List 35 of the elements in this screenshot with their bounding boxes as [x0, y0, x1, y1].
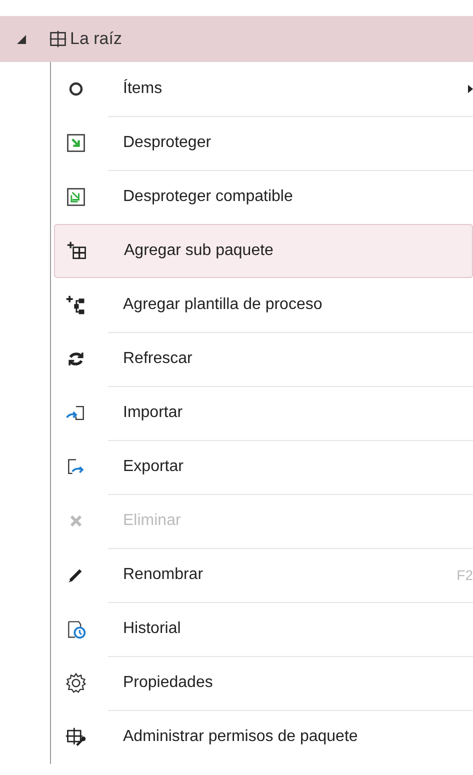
menu-item-label: Historial: [123, 620, 181, 638]
menu-item[interactable]: Ítems: [54, 62, 473, 116]
settings-icon: [65, 672, 87, 694]
menu-item-label: Agregar plantilla de proceso: [123, 296, 322, 314]
tree-node[interactable]: La raíz: [0, 16, 473, 62]
menu-item[interactable]: Agregar sub paquete: [54, 224, 473, 278]
menu-item[interactable]: Administrar permisos de paquete: [54, 710, 473, 764]
menu-item[interactable]: Renombrar F2: [54, 548, 473, 602]
add-process-icon: [65, 294, 87, 316]
menu-item-label: Desproteger: [123, 134, 212, 152]
menu-item-label: Ítems: [123, 80, 162, 98]
menu-item-label: Eliminar: [123, 512, 181, 530]
menu-item-label: Desproteger compatible: [123, 188, 293, 206]
menu-item[interactable]: Desproteger: [54, 116, 473, 170]
menu-item[interactable]: Refrescar: [54, 332, 473, 386]
grid-wrench-icon: [65, 726, 87, 748]
menu-item-label: Administrar permisos de paquete: [123, 728, 358, 746]
menu-item[interactable]: Historial: [54, 602, 473, 656]
menu-item[interactable]: Importar: [54, 386, 473, 440]
grid-icon: [49, 30, 67, 48]
menu-item-label: Propiedades: [123, 674, 213, 692]
history-icon: [65, 618, 87, 640]
add-grid-icon: [66, 240, 88, 262]
menu-item-label: Refrescar: [123, 350, 192, 368]
menu-item-label: Agregar sub paquete: [124, 242, 274, 260]
menu-item[interactable]: Desproteger compatible: [54, 170, 473, 224]
menu-item[interactable]: Agregar plantilla de proceso: [54, 278, 473, 332]
shortcut-label: F2: [456, 567, 473, 583]
menu-item-label: Exportar: [123, 458, 184, 476]
tree-node-label: La raíz: [70, 29, 122, 49]
expand-triangle-icon[interactable]: [17, 34, 26, 44]
menu-item-label: Renombrar: [123, 566, 204, 584]
menu-item[interactable]: Exportar: [54, 440, 473, 494]
menu-item[interactable]: Propiedades: [54, 656, 473, 710]
menu-item-label: Importar: [123, 404, 183, 422]
